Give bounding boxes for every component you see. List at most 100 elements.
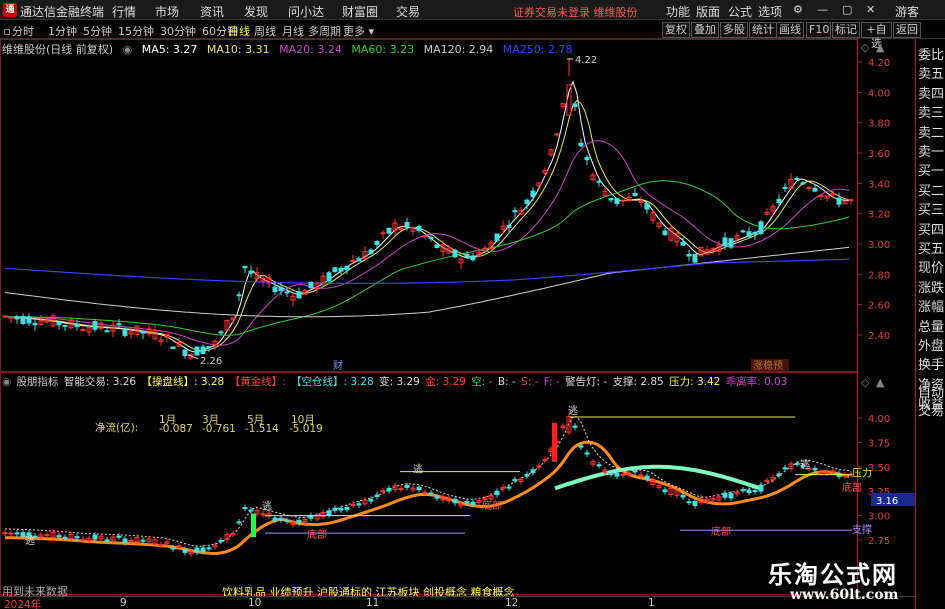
period-30min[interactable]: 30分钟: [160, 23, 196, 39]
sub-candle-body: [374, 494, 380, 498]
candle: [386, 227, 392, 235]
sub-candle-body: [296, 519, 302, 524]
quote-side-item[interactable]: 现价: [918, 257, 944, 276]
candle-body: [806, 187, 812, 190]
legend-toggle-icon[interactable]: ◉: [123, 43, 133, 56]
menu-quotes[interactable]: 行情: [112, 3, 136, 20]
sub-diamond-icon[interactable]: ◇: [861, 376, 869, 389]
candle: [848, 198, 854, 205]
candle-body: [326, 272, 332, 282]
menu-trade[interactable]: 交易: [396, 3, 420, 20]
quote-side-item[interactable]: 卖三: [918, 102, 944, 121]
guest-login[interactable]: 游客: [895, 3, 919, 20]
sub-candle-body: [338, 508, 344, 511]
candle: [656, 222, 662, 230]
menu-options[interactable]: 选项: [758, 3, 782, 20]
candle-body: [344, 265, 350, 271]
toolbar-f10[interactable]: F10: [806, 22, 831, 38]
candle: [560, 103, 566, 109]
settings-icon[interactable]: ⚙: [793, 3, 803, 16]
quote-side-item[interactable]: 总量: [918, 316, 944, 335]
minimize-icon[interactable]: —: [817, 3, 828, 16]
escape-mark: 逃: [568, 404, 578, 417]
quote-side-item[interactable]: 买三: [918, 199, 944, 218]
toolbar-adjust[interactable]: 复权: [662, 22, 690, 38]
sub-candle-body: [506, 486, 512, 489]
period-monthly[interactable]: 月线: [282, 23, 304, 39]
quote-side-item[interactable]: 换手: [918, 354, 944, 373]
sub-candle: [452, 496, 458, 506]
quote-side-item[interactable]: 交易: [918, 400, 944, 419]
menu-discover[interactable]: 发现: [244, 3, 268, 20]
sub-candle: [782, 464, 788, 472]
sub-candle-body: [356, 503, 362, 506]
candle-body: [62, 324, 68, 327]
quote-side-item[interactable]: 外盘: [918, 335, 944, 354]
candle: [758, 219, 764, 236]
menu-layout[interactable]: 版面: [696, 3, 720, 20]
menu-function[interactable]: 功能: [666, 3, 690, 20]
quote-side-item[interactable]: 卖一: [918, 141, 944, 160]
quote-side-item[interactable]: 自动: [918, 382, 944, 401]
date-label-9: 9: [120, 597, 127, 609]
toolbar-overlay[interactable]: 叠加: [691, 22, 719, 38]
sub-candle: [194, 545, 200, 556]
candle: [194, 346, 200, 356]
toolbar-stats[interactable]: 统计: [749, 22, 777, 38]
collapse-icon[interactable]: ▲: [876, 41, 884, 54]
candle: [500, 220, 506, 235]
quote-side-item[interactable]: 委比: [918, 44, 944, 63]
period-multi[interactable]: 多周期: [308, 23, 341, 39]
sub-candle: [572, 423, 578, 431]
candle: [14, 315, 20, 324]
toolbar-draw[interactable]: 画线: [776, 22, 804, 38]
candle-body: [14, 316, 20, 320]
period-15min[interactable]: 15分钟: [118, 23, 154, 39]
sub-collapse-icon[interactable]: ▲: [876, 376, 884, 389]
sub-candle-body: [470, 501, 476, 505]
close-icon[interactable]: ✕: [866, 3, 875, 16]
menu-market[interactable]: 市场: [155, 3, 179, 20]
quote-side-item[interactable]: 涨幅: [918, 296, 944, 315]
net-flow-value-2: -0.761: [202, 423, 236, 435]
candle-body: [794, 178, 800, 181]
indicator-toggle-icon[interactable]: ◉: [2, 376, 11, 388]
candle-body: [722, 237, 728, 247]
quote-side-item[interactable]: 卖二: [918, 122, 944, 141]
sub-candle-body: [230, 532, 236, 535]
menu-ask[interactable]: 问小达: [288, 3, 324, 20]
candle-body: [572, 103, 578, 108]
candle-body: [482, 247, 488, 250]
candle: [740, 229, 746, 233]
period-timeshare[interactable]: 分时: [4, 23, 34, 39]
period-more[interactable]: 更多 ▾: [343, 23, 374, 39]
quote-side-item[interactable]: 买二: [918, 180, 944, 199]
quote-side-item[interactable]: 卖四: [918, 83, 944, 102]
maximize-icon[interactable]: ▢: [842, 3, 852, 16]
toolbar-back[interactable]: 返回: [893, 22, 921, 38]
toolbar-mark[interactable]: 标记: [832, 22, 860, 38]
toolbar-add-favorite[interactable]: +自选: [861, 22, 892, 50]
quote-side-item[interactable]: 买一: [918, 160, 944, 179]
candle: [578, 138, 584, 148]
period-1min[interactable]: 1分钟: [48, 23, 77, 39]
quote-side-item[interactable]: 买五: [918, 238, 944, 257]
menu-news[interactable]: 资讯: [200, 3, 224, 20]
ma250-line: [4, 258, 850, 284]
menu-formula[interactable]: 公式: [728, 3, 752, 20]
period-weekly[interactable]: 周线: [254, 23, 276, 39]
toolbar-multi[interactable]: 多股: [720, 22, 748, 38]
kline-chart[interactable]: 4.20 4.00 3.80 3.60 3.40 3.20 3.00 2.80 2.60 2.40…: [0, 39, 915, 609]
quote-side-item[interactable]: 涨跌: [918, 277, 944, 296]
menu-wealth[interactable]: 财富圈: [342, 3, 378, 20]
diamond-icon[interactable]: ◇: [861, 41, 869, 54]
quote-side-item[interactable]: 买四: [918, 219, 944, 238]
candle: [842, 200, 848, 205]
period-5min[interactable]: 5分钟: [83, 23, 112, 39]
period-daily[interactable]: 日线: [228, 23, 250, 39]
candle-body: [512, 210, 518, 213]
quote-side-item[interactable]: 卖五: [918, 63, 944, 82]
sub-candle-body: [8, 532, 14, 535]
sub-candle: [320, 509, 326, 520]
site-watermark: 乐淘公式网 www.60lt.com: [764, 555, 915, 605]
